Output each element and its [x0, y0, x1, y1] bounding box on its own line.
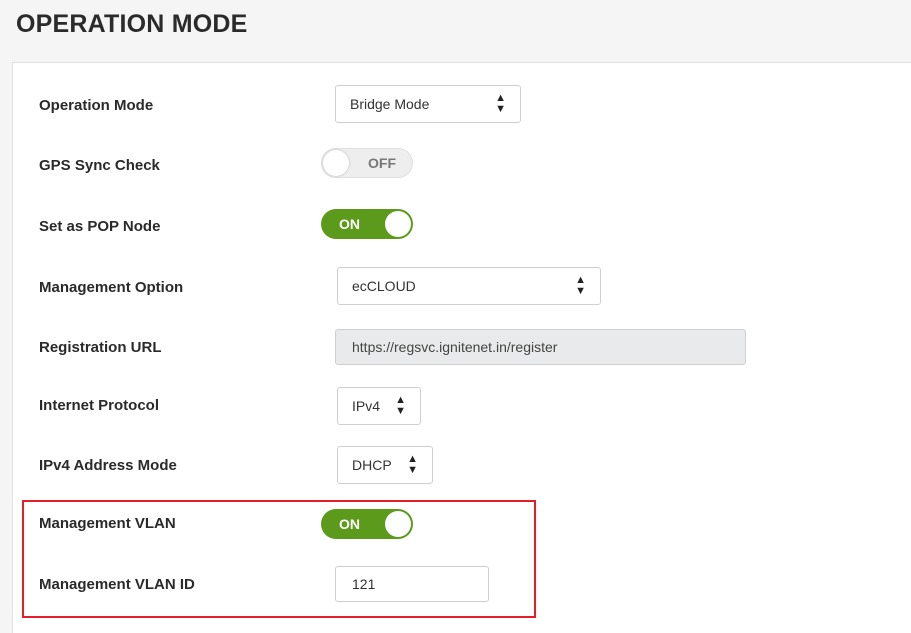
gps-sync-check-toggle[interactable]: OFF: [321, 148, 413, 178]
toggle-knob: [385, 211, 411, 237]
registration-url-label: Registration URL: [39, 339, 162, 356]
management-vlan-id-input[interactable]: 121: [335, 566, 489, 602]
pop-node-label: Set as POP Node: [39, 218, 161, 235]
operation-mode-select[interactable]: Bridge Mode ▲ ▼: [335, 85, 521, 123]
management-vlan-toggle[interactable]: ON: [321, 509, 413, 539]
management-option-select[interactable]: ecCLOUD ▲ ▼: [337, 267, 601, 305]
updown-arrows-icon: ▲ ▼: [407, 453, 418, 476]
ipv4-address-mode-label: IPv4 Address Mode: [39, 457, 177, 474]
toggle-knob: [323, 150, 349, 176]
updown-arrows-icon: ▲ ▼: [495, 92, 506, 115]
gps-sync-check-label: GPS Sync Check: [39, 157, 160, 174]
internet-protocol-value: IPv4: [352, 398, 381, 414]
pop-node-toggle[interactable]: ON: [321, 209, 413, 239]
updown-arrows-icon: ▲ ▼: [395, 394, 406, 417]
gps-sync-check-state: OFF: [368, 155, 396, 171]
internet-protocol-select[interactable]: IPv4 ▲ ▼: [337, 387, 421, 425]
pop-node-state: ON: [339, 216, 360, 232]
management-vlan-state: ON: [339, 516, 360, 532]
ipv4-address-mode-value: DHCP: [352, 457, 392, 473]
management-vlan-id-label: Management VLAN ID: [39, 576, 195, 593]
management-vlan-label: Management VLAN: [39, 515, 176, 532]
toggle-knob: [385, 511, 411, 537]
operation-mode-label: Operation Mode: [39, 97, 154, 114]
ipv4-address-mode-select[interactable]: DHCP ▲ ▼: [337, 446, 433, 484]
updown-arrows-icon: ▲ ▼: [575, 274, 586, 297]
page-title: OPERATION MODE: [16, 10, 248, 38]
management-option-label: Management Option: [39, 279, 184, 296]
internet-protocol-label: Internet Protocol: [39, 397, 160, 414]
management-option-value: ecCLOUD: [352, 278, 416, 294]
registration-url-field: https://regsvc.ignitenet.in/register: [335, 329, 746, 365]
operation-mode-value: Bridge Mode: [350, 96, 430, 112]
